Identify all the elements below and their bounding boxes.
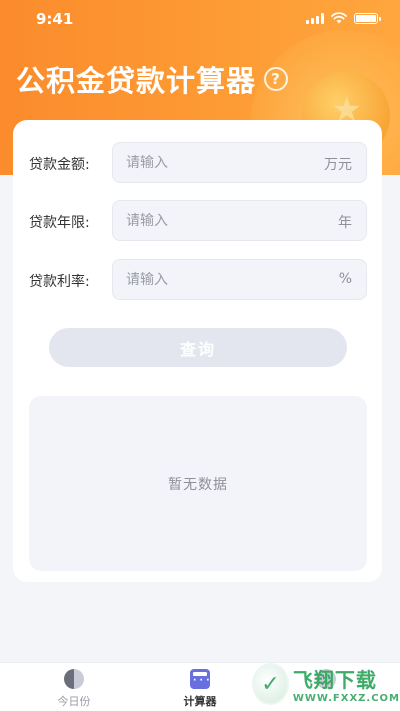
watermark-en: WWW.FXXZ.COM [292,693,400,704]
loan-amount-unit: 万元 [324,157,352,173]
signal-icon [306,12,324,24]
question-circle-icon[interactable]: ? [264,67,289,91]
watermark-circle-icon: ✓ [252,663,289,705]
result-panel: 暂无数据 [29,396,367,571]
loan-term-label: 贷款年限: [29,215,90,231]
tab-calculator[interactable]: 计算器 [150,667,250,711]
loan-amount-row: 贷款金额: 万元 [13,142,382,183]
loan-term-unit: 年 [338,215,352,231]
interest-rate-unit: % [338,271,352,287]
interest-rate-field[interactable]: % [112,259,367,300]
calculator-icon [190,669,210,689]
loan-term-field[interactable]: 年 [112,200,367,241]
empty-state-text: 暂无数据 [168,476,228,493]
loan-amount-input[interactable] [126,143,306,182]
half-moon-icon [64,669,84,689]
interest-rate-input[interactable] [126,260,306,299]
watermark-text: 飞翔下载 WWW.FXXZ.COM [293,664,400,704]
tab-today-label: 今日份 [57,695,91,708]
loan-amount-label: 贷款金额: [29,157,90,173]
interest-rate-row: 贷款利率: % [13,259,382,300]
watermark-logo: ✓ 飞翔下载 WWW.FXXZ.COM [252,657,400,711]
loan-term-input[interactable] [126,201,306,240]
status-icons [306,12,381,24]
page-title: 公积金贷款计算器 [16,64,257,98]
battery-icon [354,12,381,24]
wifi-icon [331,12,347,24]
loan-term-row: 贷款年限: 年 [13,200,382,241]
calculator-card: 贷款金额: 万元 贷款年限: 年 贷款利率: % 查询 暂无数据 [13,120,382,582]
loan-amount-field[interactable]: 万元 [112,142,367,183]
status-time: 9:41 [36,10,74,28]
page-title-row: 公积金贷款计算器 ? [16,58,289,100]
tab-calculator-label: 计算器 [183,695,217,708]
watermark-cn: 飞翔下载 [292,668,377,692]
status-bar: 9:41 [0,0,400,40]
query-button[interactable]: 查询 [49,328,347,367]
tab-today[interactable]: 今日份 [24,667,124,711]
interest-rate-label: 贷款利率: [29,274,90,290]
